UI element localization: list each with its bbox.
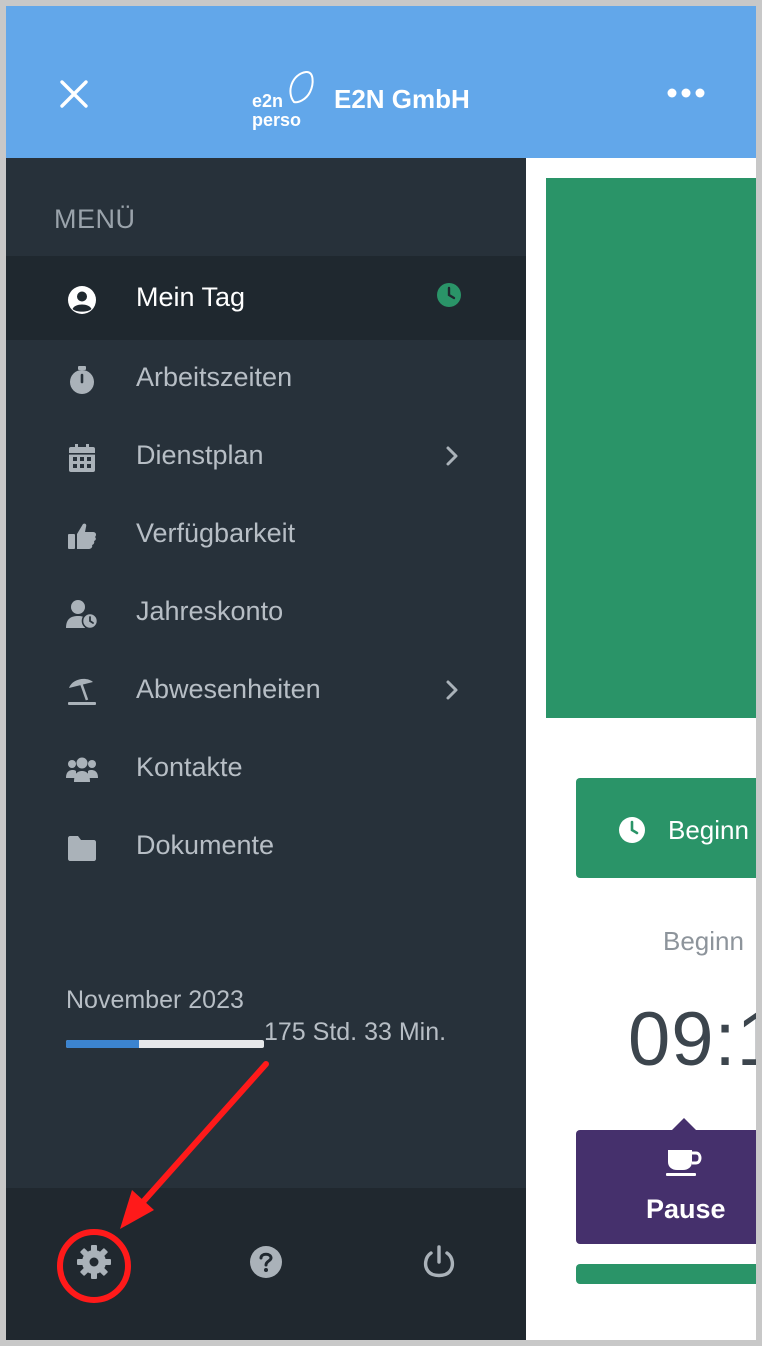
stopwatch-icon bbox=[70, 366, 94, 394]
sidebar-item-label: Dienstplan bbox=[136, 440, 264, 470]
status-panel bbox=[546, 178, 756, 718]
e2n-perso-logo: e2n perso bbox=[250, 70, 320, 130]
begin-button-label: Beginn bbox=[668, 815, 749, 845]
app-frame: e2n perso E2N GmbH MENÜ Mein Tag Arbeits… bbox=[6, 6, 756, 1340]
begin-label: Beginn bbox=[663, 926, 744, 956]
sidebar-item-label: Arbeitszeiten bbox=[136, 362, 293, 392]
clock-icon bbox=[437, 283, 461, 307]
hours-total: 175 Std. 33 Min. bbox=[264, 1018, 447, 1046]
sidebar-item-kontakte[interactable]: Kontakte bbox=[6, 732, 526, 804]
company-name: E2N GmbH bbox=[334, 84, 470, 114]
logo-line-2: perso bbox=[252, 110, 302, 130]
sidebar-item-label: Mein Tag bbox=[136, 282, 246, 312]
sidebar-item-label: Kontakte bbox=[136, 752, 243, 782]
umbrella-beach-icon bbox=[68, 678, 96, 705]
user-circle-icon bbox=[68, 286, 96, 314]
begin-time: 09:1 bbox=[628, 997, 756, 1082]
menu-title: MENÜ bbox=[54, 204, 136, 234]
hours-progress-fill bbox=[66, 1040, 140, 1048]
folder-icon bbox=[68, 836, 96, 861]
chevron-right-icon bbox=[446, 680, 458, 700]
sidebar-item-jahreskonto[interactable]: Jahreskonto bbox=[6, 576, 526, 648]
close-icon bbox=[60, 80, 88, 108]
month-label: November 2023 bbox=[66, 986, 244, 1014]
sidebar-item-label: Verfügbarkeit bbox=[136, 518, 296, 548]
sidebar-item-label: Dokumente bbox=[136, 830, 275, 860]
gear-icon bbox=[77, 1245, 111, 1279]
sidebar-menu: MENÜ Mein Tag Arbeitszeiten Dienstplan V… bbox=[6, 158, 526, 1188]
logo-line-1: e2n bbox=[252, 91, 284, 111]
settings-button[interactable] bbox=[72, 1240, 116, 1284]
users-icon bbox=[66, 757, 98, 782]
pause-button-label: Pause bbox=[646, 1194, 726, 1224]
calendar-icon bbox=[69, 444, 95, 472]
clock-icon bbox=[619, 817, 645, 843]
sidebar-item-label: Abwesenheiten bbox=[136, 674, 321, 704]
more-button[interactable] bbox=[666, 84, 706, 102]
help-icon bbox=[250, 1246, 282, 1278]
user-clock-icon bbox=[66, 600, 98, 630]
sidebar-item-mein-tag[interactable]: Mein Tag bbox=[6, 262, 526, 334]
sidebar-item-abwesenheiten[interactable]: Abwesenheiten bbox=[6, 654, 526, 726]
sidebar-item-verfuegbarkeit[interactable]: Verfügbarkeit bbox=[6, 498, 526, 570]
hours-progress-bar bbox=[66, 1040, 264, 1048]
status-bar bbox=[576, 1264, 756, 1284]
pause-pointer bbox=[672, 1118, 696, 1130]
coffee-icon bbox=[666, 1150, 702, 1176]
close-button[interactable] bbox=[56, 76, 92, 112]
main-content: Beginn Beginn 09:1 Pause bbox=[526, 158, 756, 1340]
more-icon bbox=[667, 88, 705, 98]
sidebar-item-dienstplan[interactable]: Dienstplan bbox=[6, 420, 526, 492]
sidebar-footer bbox=[6, 1188, 526, 1340]
help-button[interactable] bbox=[244, 1240, 288, 1284]
sidebar-item-arbeitszeiten[interactable]: Arbeitszeiten bbox=[6, 342, 526, 414]
sidebar-item-dokumente[interactable]: Dokumente bbox=[6, 810, 526, 882]
pause-button[interactable]: Pause bbox=[576, 1118, 756, 1244]
sidebar-item-label: Jahreskonto bbox=[136, 596, 284, 626]
logout-button[interactable] bbox=[417, 1240, 461, 1284]
power-icon bbox=[423, 1245, 455, 1278]
begin-button[interactable]: Beginn bbox=[576, 778, 756, 878]
app-header: e2n perso E2N GmbH bbox=[6, 6, 756, 158]
chevron-right-icon bbox=[446, 446, 458, 466]
thumbs-up-icon bbox=[68, 523, 97, 549]
